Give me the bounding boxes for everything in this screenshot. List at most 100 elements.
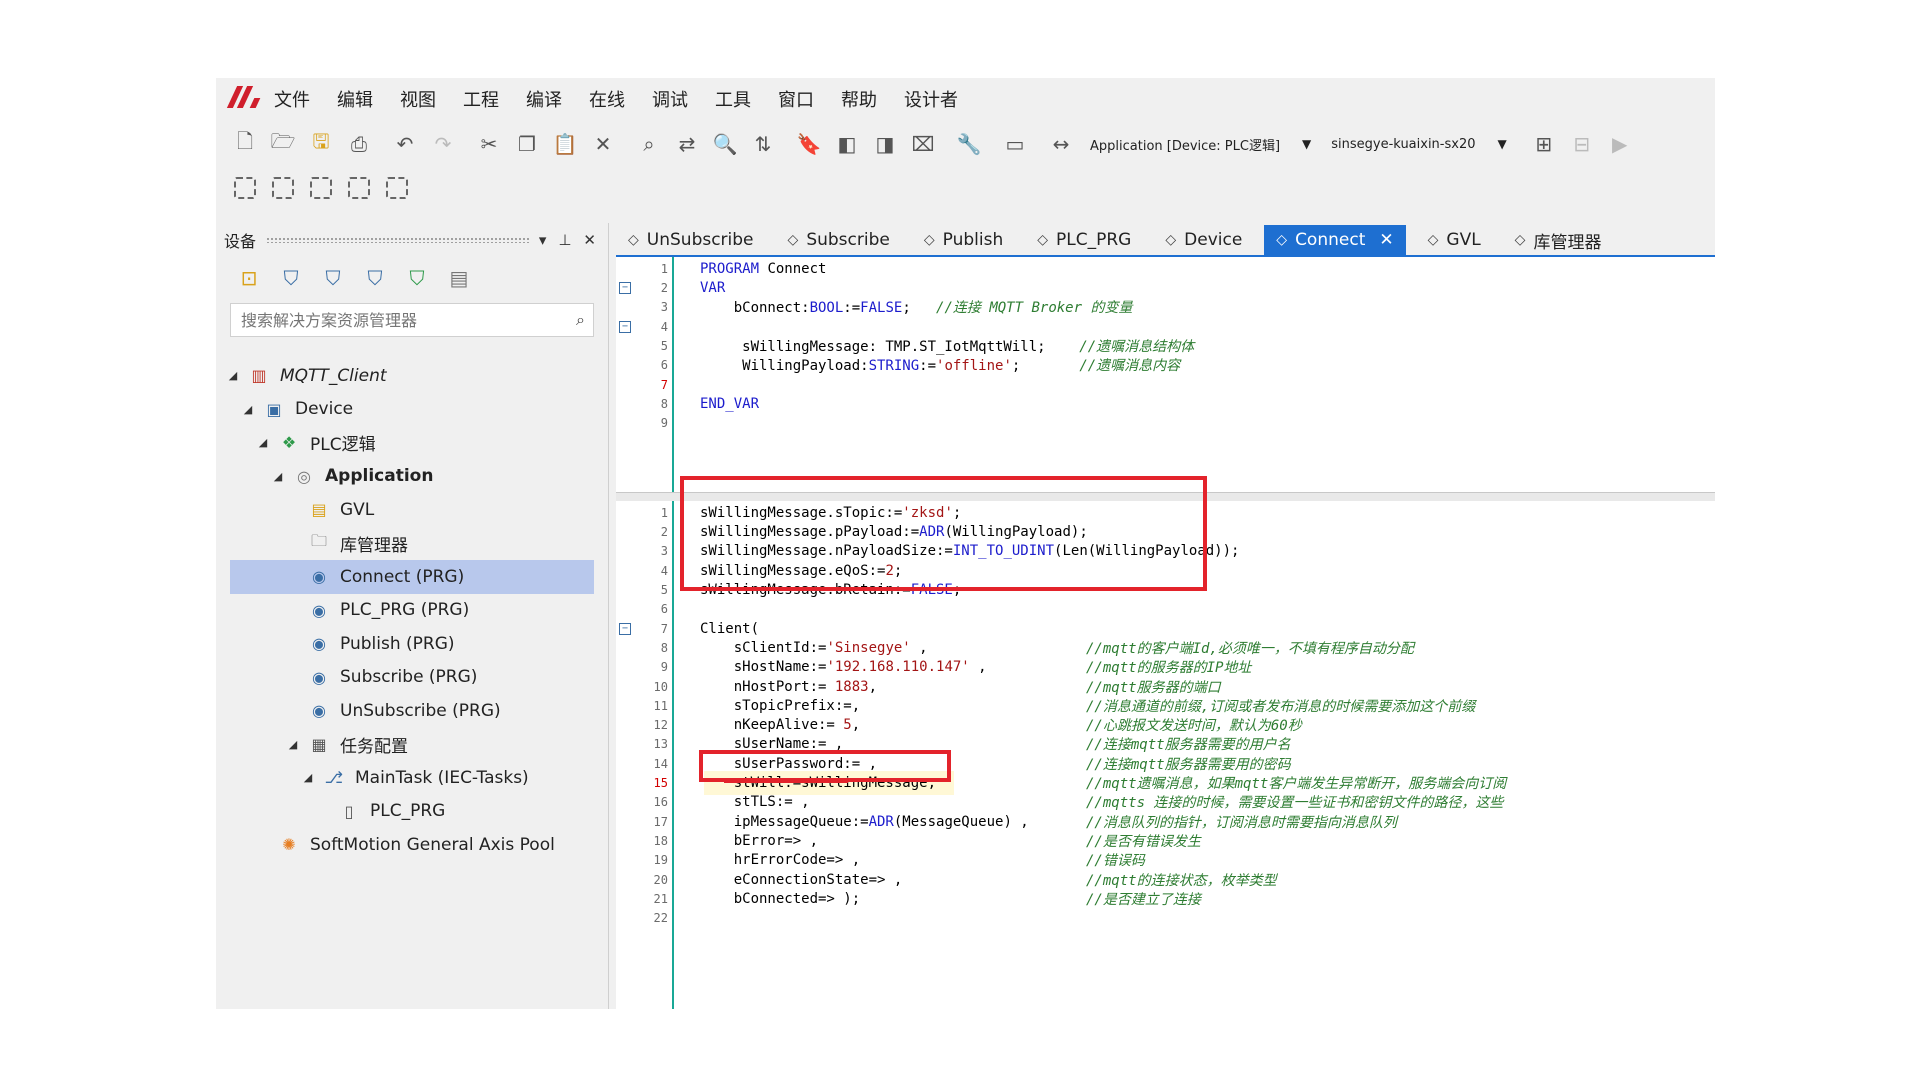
tree-node[interactable]: ◉ Connect (PRG) xyxy=(230,560,594,594)
tab-subscribe[interactable]: ◇ Subscribe xyxy=(776,225,902,255)
print-icon[interactable]: ⎙ xyxy=(346,131,372,157)
edit-window-icon[interactable]: ▭ xyxy=(1002,131,1028,157)
menu-item[interactable]: 工具 xyxy=(715,86,751,112)
expand-triangle-icon[interactable]: ◢ xyxy=(271,470,285,483)
menu-item[interactable]: 设计者 xyxy=(904,86,958,112)
fold-toggle-icon[interactable]: − xyxy=(619,320,631,333)
tree-node[interactable]: 🗀 库管理器 xyxy=(216,527,608,561)
fold-toggle-icon[interactable]: − xyxy=(619,622,631,635)
run-icon[interactable]: ▶ xyxy=(1607,131,1633,157)
expand-triangle-icon[interactable]: ◢ xyxy=(256,436,270,449)
code-line[interactable]: 9 xyxy=(616,411,1715,435)
chevron-down-icon[interactable]: ▼ xyxy=(1498,137,1507,151)
code-line[interactable]: 22 xyxy=(616,906,1715,930)
tab-gvl[interactable]: ◇ GVL xyxy=(1416,225,1493,255)
add-item-icon[interactable]: ⊡ xyxy=(236,265,262,291)
placeholder-tool-icon[interactable] xyxy=(386,177,408,199)
new-file-icon[interactable]: 🗋 xyxy=(232,129,258,157)
tree-node[interactable]: ◢ ▣ Device xyxy=(216,393,608,427)
open-folder-icon[interactable]: 🗁 xyxy=(270,129,296,157)
code-text: stTLS:= , xyxy=(700,794,810,810)
delete-icon[interactable]: ✕ xyxy=(590,131,616,157)
line-number: 5 xyxy=(660,339,668,354)
chevron-down-icon[interactable]: ▼ xyxy=(1302,137,1311,151)
tree-node[interactable]: ◢ ◎ Application xyxy=(216,460,608,494)
tab-库管理器[interactable]: ◇ 库管理器 xyxy=(1503,225,1614,255)
bookmark-icon[interactable]: 🔖 xyxy=(796,131,822,157)
fit-width-icon[interactable]: ↔ xyxy=(1048,131,1074,157)
chevron-down-icon[interactable]: ▾ xyxy=(539,231,547,249)
clear-bookmark-icon[interactable]: ⌧ xyxy=(910,131,936,157)
tree-node[interactable]: ◢ ▥ MQTT_Client xyxy=(216,359,608,393)
menu-item[interactable]: 文件 xyxy=(274,86,310,112)
tree-node[interactable]: ◢ ▦ 任务配置 xyxy=(216,728,608,762)
menu-item[interactable]: 编译 xyxy=(526,86,562,112)
prev-bookmark-icon[interactable]: ◧ xyxy=(834,131,860,157)
placeholder-tool-icon[interactable] xyxy=(310,177,332,199)
expand-triangle-icon[interactable]: ◢ xyxy=(241,403,255,416)
menu-item[interactable]: 工程 xyxy=(463,86,499,112)
tab-label: Connect xyxy=(1295,230,1366,250)
panel-grip[interactable] xyxy=(266,237,529,243)
menu-item[interactable]: 在线 xyxy=(589,86,625,112)
replace-icon[interactable]: ⇄ xyxy=(674,131,700,157)
tab-connect[interactable]: ◇ Connect ✕ xyxy=(1264,225,1406,255)
cut-icon[interactable]: ✂ xyxy=(476,131,502,157)
filter-icon[interactable]: ⛉ xyxy=(404,265,430,291)
menu-item[interactable]: 视图 xyxy=(400,86,436,112)
menu-item[interactable]: 编辑 xyxy=(337,86,373,112)
redo-icon[interactable]: ↷ xyxy=(430,131,456,157)
menu-item[interactable]: 帮助 xyxy=(841,86,877,112)
tab-plc_prg[interactable]: ◇ PLC_PRG xyxy=(1025,225,1143,255)
window-settings-icon[interactable]: ▤ xyxy=(446,265,472,291)
menu-item[interactable]: 调试 xyxy=(652,86,688,112)
application-combo[interactable]: Application [Device: PLC逻辑] ▼ xyxy=(1090,135,1321,154)
tree-node[interactable]: ✺ SoftMotion General Axis Pool xyxy=(216,828,608,862)
menu-item[interactable]: 窗口 xyxy=(778,86,814,112)
code-token: Connect xyxy=(759,260,827,277)
device-combo[interactable]: sinsegye-kuaixin-sx20 ▼ xyxy=(1331,137,1516,152)
tree-node[interactable]: ◢ ⎇ MainTask (IEC-Tasks) xyxy=(216,761,608,795)
tree-node[interactable]: ◉ Subscribe (PRG) xyxy=(216,661,608,695)
paste-icon[interactable]: 📋 xyxy=(552,131,578,157)
sort-icon[interactable]: ⇅ xyxy=(750,131,776,157)
find-icon[interactable]: ⌕ xyxy=(636,131,662,157)
fold-toggle-icon[interactable]: − xyxy=(619,282,631,295)
tree-node[interactable]: ◉ Publish (PRG) xyxy=(216,627,608,661)
tab-unsubscribe[interactable]: ◇ UnSubscribe xyxy=(616,225,766,255)
copy-icon[interactable]: ❐ xyxy=(514,131,540,157)
tree-node[interactable]: ◉ PLC_PRG (PRG) xyxy=(216,594,608,628)
undo-icon[interactable]: ↶ xyxy=(392,131,418,157)
filter-icon[interactable]: ⛉ xyxy=(278,265,304,291)
tab-device[interactable]: ◇ Device xyxy=(1153,225,1254,255)
save-icon[interactable]: 🖫 xyxy=(308,129,334,157)
logout-icon[interactable]: ⊟ xyxy=(1569,131,1595,157)
search-icon[interactable]: ⌕ xyxy=(576,310,585,330)
tree-node[interactable]: ◢ ❖ PLC逻辑 xyxy=(216,426,608,460)
placeholder-tool-icon[interactable] xyxy=(348,177,370,199)
login-icon[interactable]: ⊞ xyxy=(1531,131,1557,157)
tree-node[interactable]: ◉ UnSubscribe (PRG) xyxy=(216,694,608,728)
expand-triangle-icon[interactable]: ◢ xyxy=(286,738,300,751)
tree-node[interactable]: ▤ GVL xyxy=(216,493,608,527)
code-token: , xyxy=(868,678,878,695)
tree-node[interactable]: ▯ PLC_PRG xyxy=(216,795,608,829)
tab-publish[interactable]: ◇ Publish xyxy=(912,225,1015,255)
pin-icon[interactable]: ⊥ xyxy=(558,231,571,249)
device-icon: ▣ xyxy=(266,399,282,419)
close-icon[interactable]: ✕ xyxy=(1379,230,1393,250)
code-token: stTLS:= , xyxy=(700,794,810,811)
wrench-icon[interactable]: 🔧 xyxy=(956,131,982,157)
close-icon[interactable]: ✕ xyxy=(583,231,596,249)
find-in-doc-icon[interactable]: 🔍 xyxy=(712,131,738,157)
expand-triangle-icon[interactable]: ◢ xyxy=(301,771,315,784)
search-input[interactable] xyxy=(239,309,577,331)
next-bookmark-icon[interactable]: ◨ xyxy=(872,131,898,157)
expand-triangle-icon[interactable]: ◢ xyxy=(226,369,240,382)
filter-icon[interactable]: ⛉ xyxy=(362,265,388,291)
line-number: 2 xyxy=(660,525,668,540)
declaration-pane[interactable]: 1 PROGRAM Connect 2− VAR 3 bConnect:BOOL:=FA… xyxy=(616,257,1715,492)
placeholder-tool-icon[interactable] xyxy=(272,177,294,199)
placeholder-tool-icon[interactable] xyxy=(234,177,256,199)
filter-icon[interactable]: ⛉ xyxy=(320,265,346,291)
